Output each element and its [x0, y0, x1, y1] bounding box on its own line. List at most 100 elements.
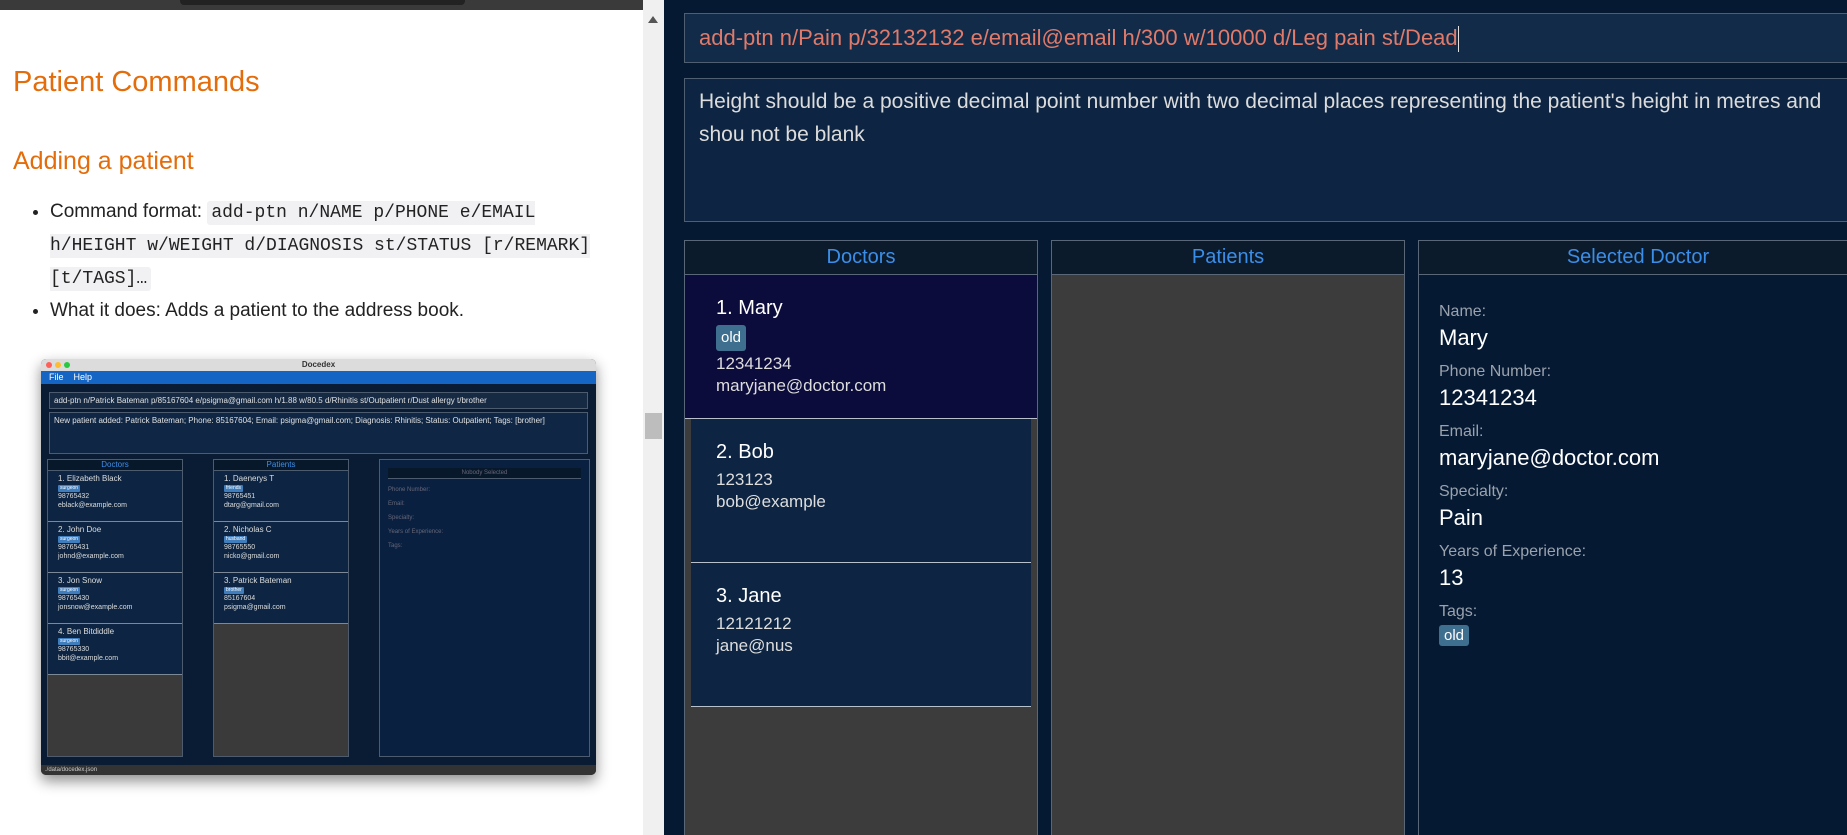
embedded-selected-header: Nobody Selected — [388, 468, 581, 479]
embedded-doctor-phone: 98765430 — [58, 595, 90, 602]
embedded-doctor-phone: 98765431 — [58, 544, 90, 551]
embedded-patient-tag: husband — [224, 536, 248, 543]
embedded-patient-phone: 85167604 — [224, 595, 256, 602]
embedded-app-body: add-ptn n/Patrick Bateman p/85167604 e/p… — [41, 384, 596, 765]
embedded-patient-phone: 98765451 — [224, 493, 256, 500]
embedded-doctor-email: bbit@example.com — [58, 655, 119, 662]
list-item: 4. Ben Bitdiddle surgeon 98765330 bbit@exam… — [48, 624, 182, 675]
doctor-phone: 123123 — [716, 470, 773, 489]
command-text: add-ptn n/Pain p/32132132 e/email@email … — [699, 25, 1458, 50]
embedded-patient-name: 1. Daenerys T — [224, 474, 275, 483]
embedded-status-bar: ./data/docedex.json — [41, 765, 596, 775]
doctor-email: maryjane@doctor.com — [716, 376, 887, 395]
embedded-label: Tags: — [388, 543, 403, 549]
doctor-email: bob@example — [716, 492, 826, 511]
embedded-patient-tag: brother — [224, 587, 244, 594]
doctors-panel: Doctors 1. Mary old 12341234 maryjane@do… — [684, 240, 1038, 835]
doctors-header: Doctors — [685, 241, 1037, 275]
patients-header: Patients — [1052, 241, 1404, 275]
doctor-name: 2. Bob — [716, 441, 774, 463]
list-item: Command format: add-ptn n/NAME p/PHONE e… — [50, 196, 610, 295]
scrollbar-thumb[interactable] — [645, 413, 662, 439]
embedded-patient-email: psigma@gmail.com — [224, 604, 286, 611]
embedded-command-box: add-ptn n/Patrick Bateman p/85167604 e/p… — [49, 392, 588, 409]
embedded-doctor-tag: surgeon — [58, 536, 81, 543]
top-bar-pill — [180, 0, 465, 5]
docedex-app: add-ptn n/Pain p/32132132 e/email@email … — [664, 0, 1847, 835]
embedded-label: Phone Number: — [388, 487, 431, 493]
doctor-name: 1. Mary — [716, 297, 783, 319]
result-display: Height should be a positive decimal poin… — [684, 78, 1847, 222]
list-item: 1. Elizabeth Black surgeon 98765432 eblack@… — [48, 471, 182, 522]
embedded-doctor-email: johnd@example.com — [58, 553, 124, 560]
list-item: 1. Daenerys T friends 98765451 dtarg@gmail.… — [214, 471, 348, 522]
specialty-label: Specialty: — [1439, 483, 1509, 500]
embedded-doctor-name: 1. Elizabeth Black — [58, 474, 122, 483]
menu-help: Help — [73, 372, 93, 382]
doctor-card-bob[interactable]: 2. Bob 123123 bob@example — [691, 419, 1031, 563]
embedded-doctor-name: 2. John Doe — [58, 525, 102, 534]
embedded-doctors-panel: Doctors 1. Elizabeth Black surgeon 9876543… — [47, 459, 183, 757]
embedded-doctors-header: Doctors — [48, 460, 182, 471]
selected-doctor-panel: Selected Doctor Name: Mary Phone Number:… — [1418, 240, 1847, 835]
email-value: maryjane@doctor.com — [1439, 445, 1660, 470]
doctor-card-jane[interactable]: 3. Jane 12121212 jane@nus — [691, 563, 1031, 707]
embedded-patients-panel: Patients 1. Daenerys T friends 98765451 dta… — [213, 459, 349, 757]
doctor-card-mary[interactable]: 1. Mary old 12341234 maryjane@doctor.com — [685, 275, 1037, 419]
doctor-tag: old — [716, 325, 747, 351]
list-item: 2. John Doe surgeon 98765431 johnd@example.… — [48, 522, 182, 573]
embedded-doctor-tag: surgeon — [58, 638, 81, 645]
phone-value: 12341234 — [1439, 385, 1537, 410]
command-input[interactable]: add-ptn n/Pain p/32132132 e/email@email … — [684, 13, 1847, 63]
bullet-text: Command format: — [50, 201, 208, 222]
embedded-patient-name: 2. Nicholas C — [224, 525, 272, 534]
top-bar — [0, 0, 643, 10]
scroll-up-arrow-icon[interactable] — [648, 16, 658, 23]
selected-doctor-details: Name: Mary Phone Number: 12341234 Email:… — [1419, 275, 1847, 674]
specialty-value: Pain — [1439, 505, 1484, 530]
embedded-doctor-tag: surgeon — [58, 587, 81, 594]
embedded-doctor-email: jonsnow@example.com — [58, 604, 133, 611]
list-item: 3. Patrick Bateman brother 85167604 psigma@… — [214, 573, 348, 624]
bullet-text: What it does: Adds a patient to the addr… — [50, 300, 465, 321]
embedded-patient-phone: 98765550 — [224, 544, 256, 551]
window-title: Docedex — [301, 360, 336, 369]
doc-bullet-list: Command format: add-ptn n/NAME p/PHONE e… — [25, 196, 610, 327]
name-value: Mary — [1439, 325, 1488, 350]
embedded-selected-panel: Nobody Selected Phone Number: Email: Spe… — [379, 459, 590, 757]
name-label: Name: — [1439, 303, 1487, 320]
embedded-doctor-phone: 98765432 — [58, 493, 90, 500]
years-label: Years of Experience: — [1439, 543, 1587, 560]
embedded-patient-name: 3. Patrick Bateman — [224, 576, 292, 585]
embedded-label: Email: — [388, 501, 405, 507]
doctor-phone: 12121212 — [716, 614, 792, 633]
patients-panel: Patients — [1051, 240, 1405, 835]
window-titlebar: Docedex — [41, 359, 596, 371]
embedded-doctor-phone: 98765330 — [58, 646, 90, 653]
text-caret — [1457, 26, 1459, 53]
list-item: What it does: Adds a patient to the addr… — [50, 295, 610, 327]
years-value: 13 — [1439, 565, 1464, 590]
doctor-email: jane@nus — [716, 636, 793, 655]
embedded-label: Years of Experience: — [388, 529, 444, 535]
doctor-phone: 12341234 — [716, 354, 792, 373]
embedded-screenshot: Docedex File Help add-ptn n/Patrick Batem… — [41, 359, 596, 775]
selected-doctor-header: Selected Doctor — [1419, 241, 1847, 275]
embedded-doctor-email: eblack@example.com — [58, 502, 127, 509]
menu-bar: File Help — [41, 371, 596, 384]
tags-label: Tags: — [1439, 603, 1478, 620]
phone-label: Phone Number: — [1439, 363, 1552, 380]
embedded-doctor-name: 4. Ben Bitdiddle — [58, 627, 115, 636]
subsection-title: Adding a patient — [13, 147, 194, 175]
email-label: Email: — [1439, 423, 1484, 440]
doc-scrollbar[interactable] — [643, 0, 664, 835]
documentation-pane: Patient Commands Adding a patient Comman… — [0, 0, 643, 835]
menu-file: File — [49, 372, 64, 382]
embedded-label: Specialty: — [388, 515, 415, 521]
embedded-patient-email: nicko@gmail.com — [224, 553, 280, 560]
list-item: 3. Jon Snow surgeon 98765430 jonsnow@exampl… — [48, 573, 182, 624]
list-item: 2. Nicholas C husband 98765550 nicko@gmail.… — [214, 522, 348, 573]
section-title: Patient Commands — [13, 66, 260, 98]
tag-badge: old — [1439, 625, 1470, 646]
embedded-patient-tag: friends — [224, 485, 244, 492]
